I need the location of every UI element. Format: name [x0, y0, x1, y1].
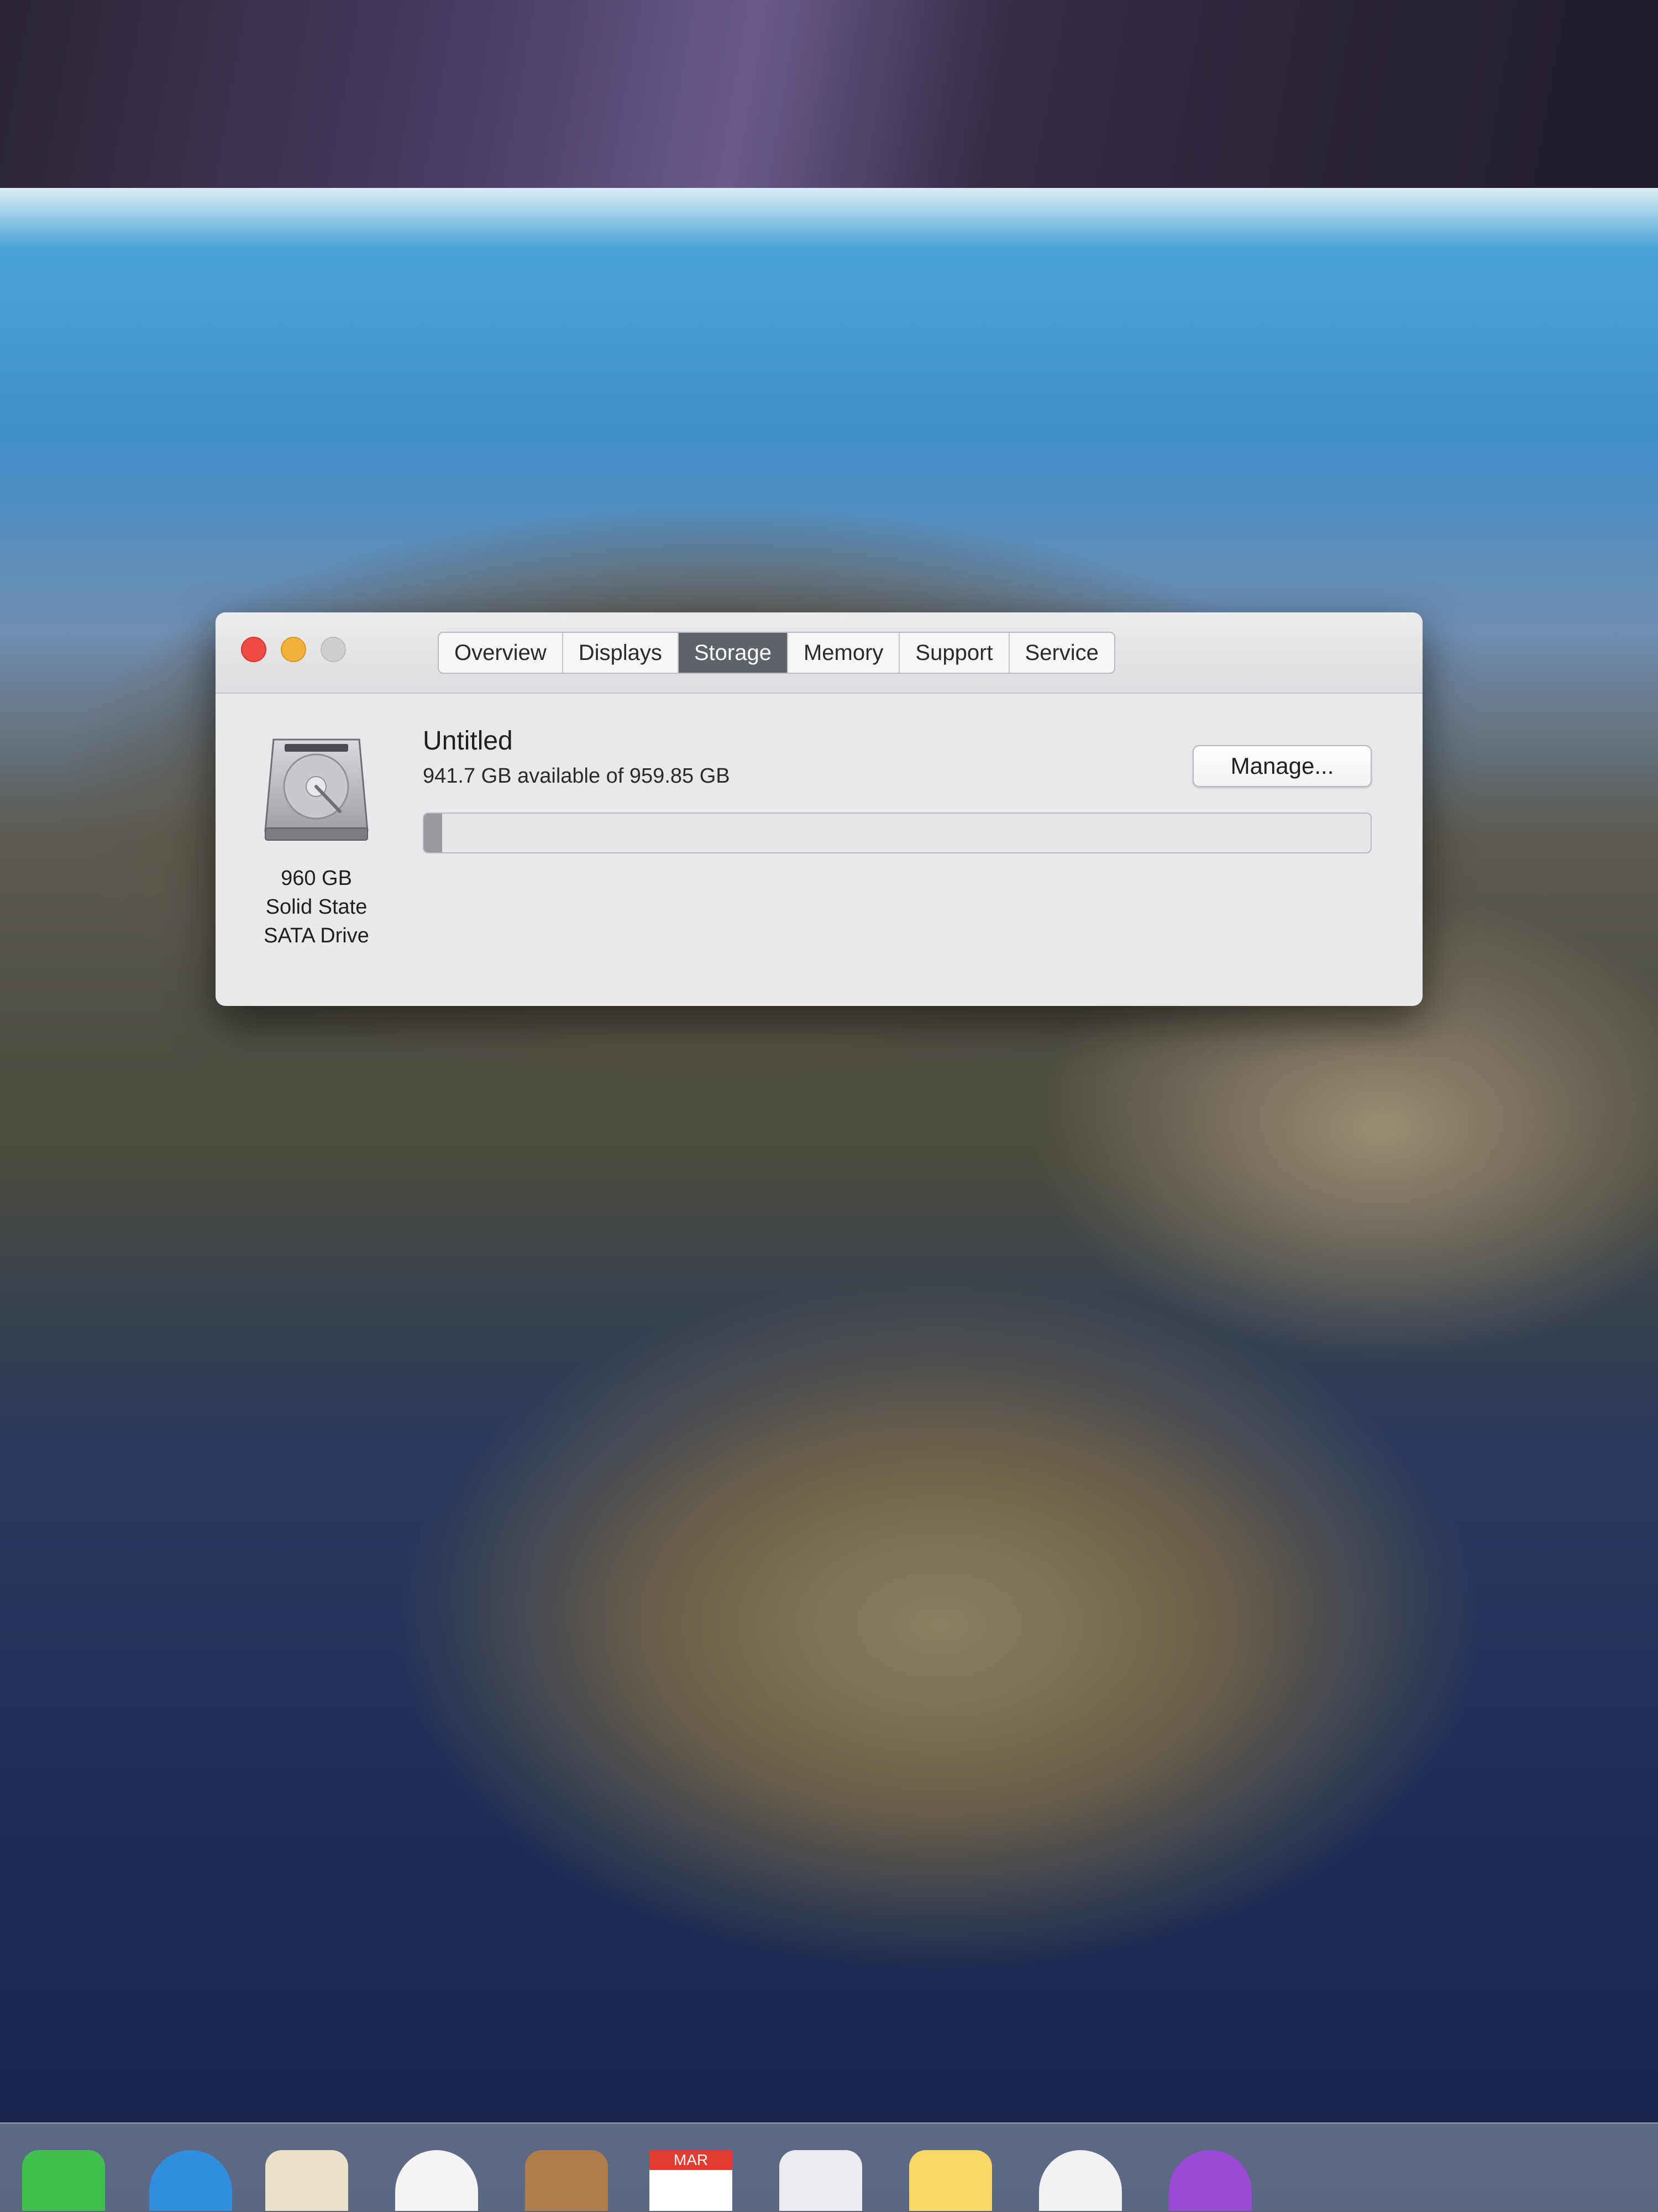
tab-storage[interactable]: Storage	[678, 633, 788, 673]
drive-interface: SATA Drive	[264, 924, 369, 947]
desktop-wallpaper	[0, 188, 1658, 2211]
tab-bar: Overview Displays Storage Memory Support…	[438, 632, 1115, 674]
hard-drive-icon	[263, 728, 370, 842]
notes-icon[interactable]	[909, 2150, 992, 2211]
window-titlebar[interactable]: Overview Displays Storage Memory Support…	[216, 612, 1423, 694]
tab-service[interactable]: Service	[1010, 633, 1114, 673]
minimize-button[interactable]	[281, 637, 306, 662]
zoom-button	[321, 637, 346, 662]
mail-icon[interactable]	[779, 2150, 862, 2211]
tab-displays[interactable]: Displays	[563, 633, 679, 673]
drive-caption: 960 GB Solid State SATA Drive	[246, 864, 387, 950]
manage-button[interactable]: Manage...	[1193, 745, 1372, 787]
facetime-icon[interactable]	[22, 2150, 105, 2211]
tab-support[interactable]: Support	[900, 633, 1010, 673]
drive-capacity: 960 GB	[281, 867, 352, 890]
close-button[interactable]	[241, 637, 266, 662]
available-space-text: 941.7 GB available of 959.85 GB	[423, 764, 730, 788]
contacts-icon[interactable]	[525, 2150, 608, 2211]
storage-usage-bar	[423, 813, 1372, 853]
calendar-month: MAR	[649, 2150, 732, 2170]
drive-type: Solid State	[265, 895, 368, 919]
about-this-mac-window: Overview Displays Storage Memory Support…	[216, 612, 1423, 1006]
maps-icon[interactable]	[265, 2150, 348, 2211]
tab-memory[interactable]: Memory	[788, 633, 900, 673]
calendar-icon[interactable]: MAR	[649, 2150, 732, 2211]
storage-used-fill	[424, 814, 442, 852]
volume-name: Untitled	[423, 726, 513, 756]
tab-overview[interactable]: Overview	[439, 633, 563, 673]
monitor-bezel	[0, 0, 1658, 188]
